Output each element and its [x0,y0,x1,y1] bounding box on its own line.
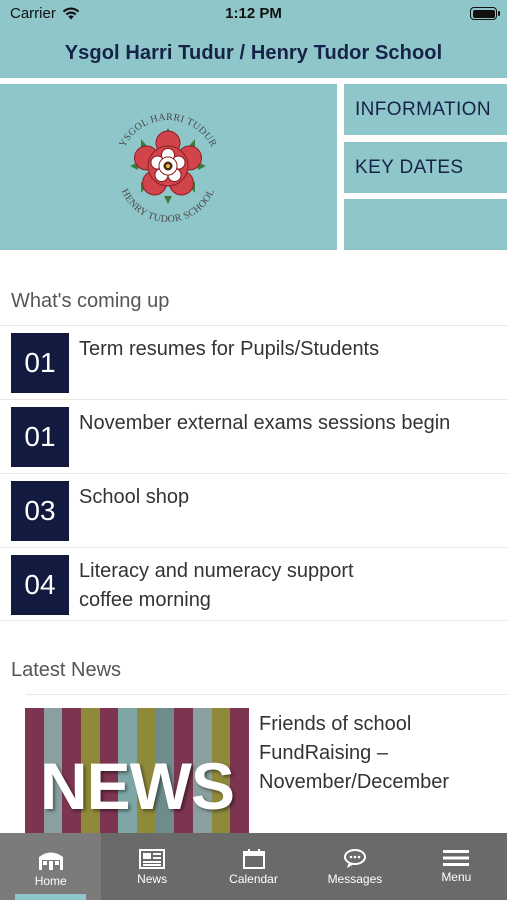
tab-messages[interactable]: Messages [304,833,405,900]
home-icon [38,852,63,870]
event-date-badge: 01 [11,333,69,393]
event-title: School shop [79,486,190,508]
logo-arc-bottom: HENRY TUDOR SCHOOL [119,187,217,225]
menu-icon [443,850,470,866]
tab-messages-label: Messages [327,872,383,886]
status-time: 1:12 PM [225,5,282,22]
tab-home-label: Home [34,874,67,888]
news-divider [26,694,507,695]
status-bar: Carrier 1:12 PM [0,0,507,28]
tab-news-label: News [137,872,168,886]
tab-calendar-label: Calendar [229,872,278,886]
news-thumbnail[interactable]: NEWS [25,708,249,834]
key-dates-tile-label: KEY DATES [355,156,464,178]
key-dates-tile[interactable]: KEY DATES [344,142,507,193]
event-date-badge: 01 [11,407,69,467]
news-item-title[interactable]: Friends of school FundRaising – November… [259,710,499,797]
empty-tile[interactable] [344,199,507,250]
event-date-badge: 04 [11,555,69,615]
bottom-tab-bar: Home News Calendar Messages Menu [0,833,507,900]
tab-menu[interactable]: Menu [406,833,507,900]
tab-news[interactable]: News [101,833,202,900]
tab-calendar[interactable]: Calendar [203,833,304,900]
app-header: Ysgol Harri Tudur / Henry Tudor School [0,28,507,78]
school-crest-logo: YSGOL HARRI TUDUR HENRY TUDOR SCHOOL [117,112,218,225]
messages-icon [343,849,366,868]
tab-menu-label: Menu [441,870,472,884]
school-logo-panel: YSGOL HARRI TUDUR HENRY TUDOR SCHOOL [0,84,337,250]
event-title: Term resumes for Pupils/Students [79,338,380,360]
event-item[interactable]: 01 Term resumes for Pupils/Students [0,325,507,399]
event-date-badge: 03 [11,481,69,541]
information-tile-label: INFORMATION [355,98,491,120]
event-item[interactable]: 03 School shop [0,473,507,547]
event-title: Literacy and numeracy support coffee mor… [79,560,354,611]
tab-home[interactable]: Home [0,833,102,900]
news-thumbnail-text: NEWS [40,749,235,823]
event-title: November external exams sessions begin [79,412,451,434]
coming-up-heading: What's coming up [11,290,170,312]
latest-news-heading: Latest News [11,659,122,681]
svg-text:HENRY TUDOR SCHOOL: HENRY TUDOR SCHOOL [119,187,217,225]
newspaper-icon [139,849,166,869]
events-list: 01 Term resumes for Pupils/Students 01 N… [0,325,507,621]
page-title: Ysgol Harri Tudur / Henry Tudor School [64,41,443,64]
information-tile[interactable]: INFORMATION [344,84,507,135]
event-item[interactable]: 04 Literacy and numeracy support coffee … [0,547,507,621]
calendar-icon [242,849,265,869]
battery-icon [470,7,500,20]
event-item[interactable]: 01 November external exams sessions begi… [0,399,507,473]
